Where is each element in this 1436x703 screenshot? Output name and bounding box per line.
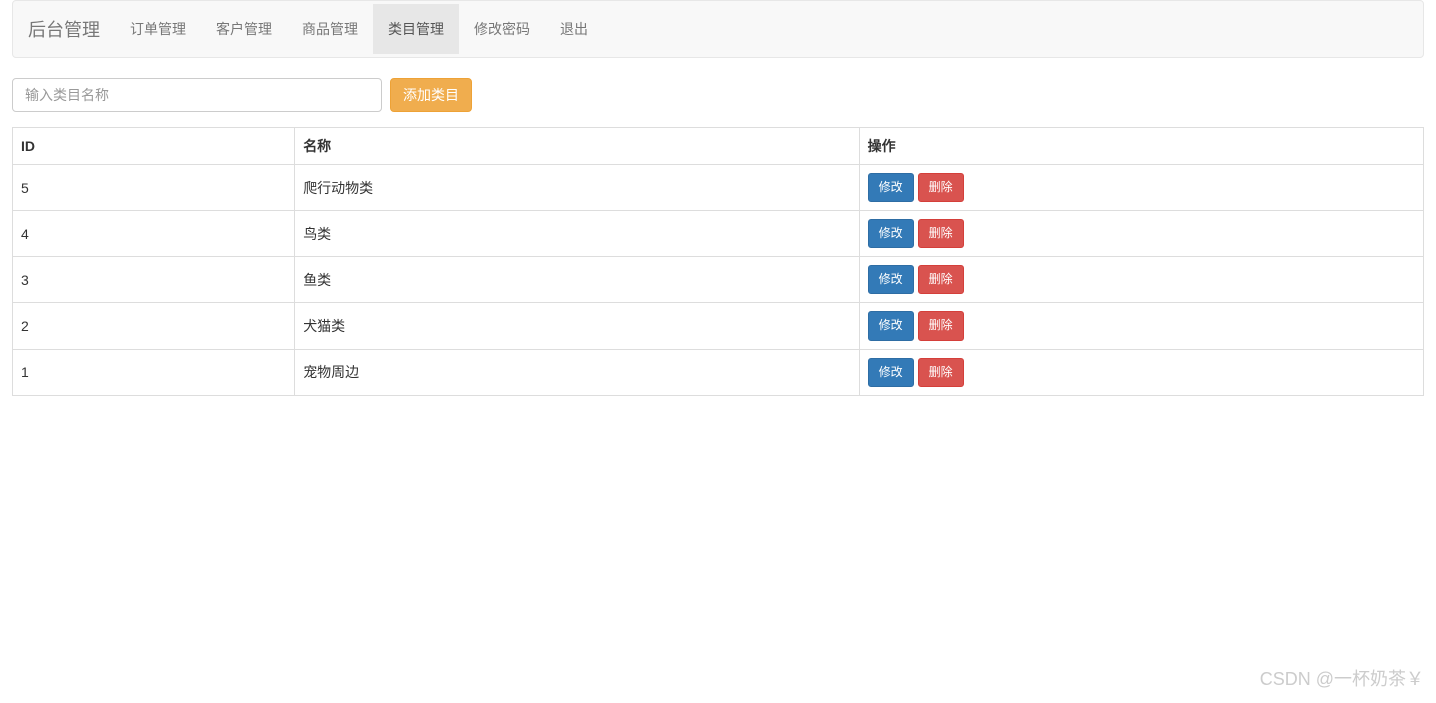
cell-name: 鱼类 xyxy=(295,257,859,303)
header-actions: 操作 xyxy=(859,128,1423,165)
cell-actions: 修改删除 xyxy=(859,211,1423,257)
cell-id: 2 xyxy=(13,303,295,349)
delete-button[interactable]: 删除 xyxy=(918,358,964,387)
cell-id: 1 xyxy=(13,349,295,395)
edit-button[interactable]: 修改 xyxy=(868,173,914,202)
categories-table: ID 名称 操作 5爬行动物类修改删除4鸟类修改删除3鱼类修改删除2犬猫类修改删… xyxy=(12,127,1424,396)
table-header-row: ID 名称 操作 xyxy=(13,128,1424,165)
cell-id: 3 xyxy=(13,257,295,303)
nav-item-products[interactable]: 商品管理 xyxy=(287,4,373,54)
cell-name: 宠物周边 xyxy=(295,349,859,395)
page-container: 添加类目 ID 名称 操作 5爬行动物类修改删除4鸟类修改删除3鱼类修改删除2犬… xyxy=(0,78,1436,396)
header-id: ID xyxy=(13,128,295,165)
cell-name: 爬行动物类 xyxy=(295,165,859,211)
cell-name: 犬猫类 xyxy=(295,303,859,349)
table-row: 4鸟类修改删除 xyxy=(13,211,1424,257)
add-category-button[interactable]: 添加类目 xyxy=(390,78,472,112)
watermark: CSDN @一杯奶茶￥ xyxy=(1260,665,1424,691)
edit-button[interactable]: 修改 xyxy=(868,311,914,340)
nav-list: 订单管理 客户管理 商品管理 类目管理 修改密码 退出 xyxy=(115,4,603,54)
header-name: 名称 xyxy=(295,128,859,165)
nav-item-categories[interactable]: 类目管理 xyxy=(373,4,459,54)
nav-item-orders[interactable]: 订单管理 xyxy=(115,4,201,54)
main-navbar: 后台管理 订单管理 客户管理 商品管理 类目管理 修改密码 退出 xyxy=(12,0,1424,58)
table-row: 5爬行动物类修改删除 xyxy=(13,165,1424,211)
table-row: 3鱼类修改删除 xyxy=(13,257,1424,303)
category-name-input[interactable] xyxy=(12,78,382,112)
delete-button[interactable]: 删除 xyxy=(918,173,964,202)
cell-id: 5 xyxy=(13,165,295,211)
nav-item-password[interactable]: 修改密码 xyxy=(459,4,545,54)
nav-item-logout[interactable]: 退出 xyxy=(545,4,603,54)
nav-item-customers[interactable]: 客户管理 xyxy=(201,4,287,54)
cell-actions: 修改删除 xyxy=(859,303,1423,349)
edit-button[interactable]: 修改 xyxy=(868,358,914,387)
delete-button[interactable]: 删除 xyxy=(918,219,964,248)
delete-button[interactable]: 删除 xyxy=(918,311,964,340)
cell-actions: 修改删除 xyxy=(859,349,1423,395)
add-category-form: 添加类目 xyxy=(12,78,1424,112)
navbar-brand[interactable]: 后台管理 xyxy=(13,1,115,57)
cell-actions: 修改删除 xyxy=(859,257,1423,303)
edit-button[interactable]: 修改 xyxy=(868,265,914,294)
cell-id: 4 xyxy=(13,211,295,257)
cell-actions: 修改删除 xyxy=(859,165,1423,211)
table-row: 2犬猫类修改删除 xyxy=(13,303,1424,349)
cell-name: 鸟类 xyxy=(295,211,859,257)
delete-button[interactable]: 删除 xyxy=(918,265,964,294)
edit-button[interactable]: 修改 xyxy=(868,219,914,248)
table-row: 1宠物周边修改删除 xyxy=(13,349,1424,395)
